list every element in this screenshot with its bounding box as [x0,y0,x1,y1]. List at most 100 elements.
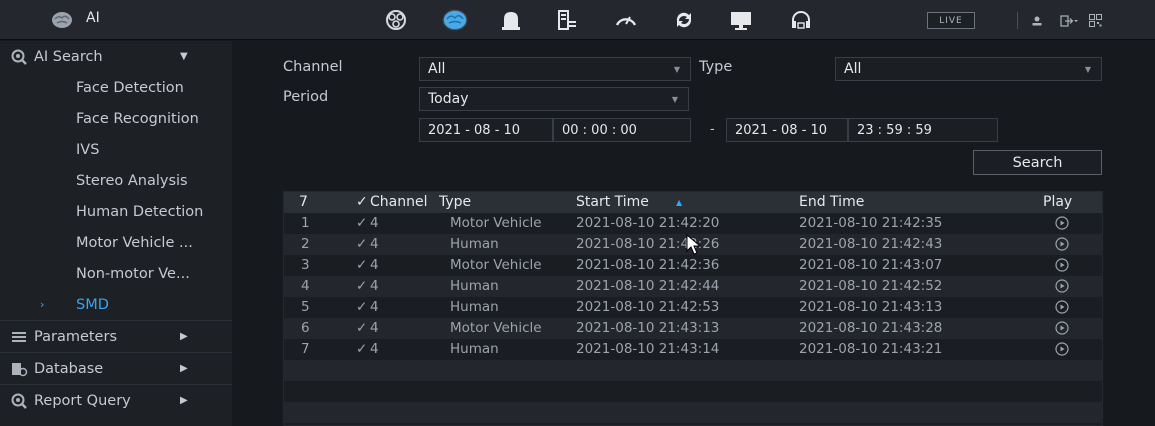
sidebar-item-label: Face Detection [76,79,184,96]
play-icon[interactable] [1055,321,1069,335]
sidebar-item-ivs[interactable]: IVS [0,134,232,165]
start-date-value: 2021 - 08 - 10 [428,122,521,138]
display-icon[interactable] [719,5,763,35]
expand-arrow-icon: ▼ [180,51,188,62]
type-select-value: All [844,61,862,77]
row-checkbox[interactable]: ✓ [356,299,367,315]
user-icon[interactable] [1031,12,1043,29]
sort-ascending-icon[interactable]: ▲ [676,198,682,207]
col-header-type[interactable]: Type [439,194,471,210]
chevron-down-icon: ▼ [1084,65,1091,74]
search-button[interactable]: Search [973,150,1102,175]
row-number: 7 [301,341,310,357]
end-date-input[interactable]: 2021 - 08 - 10 [726,118,848,142]
row-checkbox[interactable]: ✓ [356,278,367,294]
row-start-time: 2021-08-10 21:43:13 [576,320,720,336]
period-select[interactable]: Today ▼ [419,87,689,111]
play-icon[interactable] [1055,258,1069,272]
row-end-time: 2021-08-10 21:43:28 [799,320,943,336]
row-channel: 4 [370,215,379,231]
sidebar-section-report-query[interactable]: Report Query ▶ [0,385,232,416]
table-header: 7 ✓ Channel Type Start Time ▲ End Time P… [284,192,1102,213]
sidebar-item-stereo-analysis[interactable]: Stereo Analysis [0,165,232,196]
report-query-icon [11,393,27,409]
row-end-time: 2021-08-10 21:42:35 [799,215,943,231]
row-checkbox[interactable]: ✓ [356,341,367,357]
sidebar: AI Search ▼ Face Detection Face Recognit… [0,41,232,426]
ai-search-icon [11,49,27,65]
play-icon[interactable] [1055,300,1069,314]
play-icon[interactable] [1055,216,1069,230]
empty-table-row [284,360,1102,381]
result-count: 7 [299,194,308,210]
start-date-input[interactable]: 2021 - 08 - 10 [419,118,553,142]
row-checkbox[interactable]: ✓ [356,215,367,231]
storage-icon[interactable] [545,5,589,35]
start-time-input[interactable]: 00 : 00 : 00 [553,118,691,142]
row-end-time: 2021-08-10 21:42:43 [799,236,943,252]
end-time-input[interactable]: 23 : 59 : 59 [848,118,998,142]
live-view-button[interactable]: LIVE [927,12,975,29]
table-row[interactable]: 6 ✓ 4 Motor Vehicle 2021-08-10 21:43:13 2021-… [284,318,1102,339]
performance-gauge-icon[interactable] [604,5,648,35]
sidebar-item-label: Non-motor Ve... [76,265,190,282]
support-headset-icon[interactable] [779,5,823,35]
start-time-value: 00 : 00 : 00 [562,122,637,138]
sync-icon[interactable] [662,5,706,35]
row-channel: 4 [370,278,379,294]
alarm-bell-icon[interactable] [489,5,533,35]
row-checkbox[interactable]: ✓ [356,236,367,252]
qr-code-icon[interactable] [1089,12,1102,29]
table-row[interactable]: 3 ✓ 4 Motor Vehicle 2021-08-10 21:42:36 2021-… [284,255,1102,276]
mouse-cursor-icon [686,234,702,255]
sidebar-section-label: AI Search [34,48,103,65]
sidebar-item-face-detection[interactable]: Face Detection [0,72,232,103]
col-header-end-time[interactable]: End Time [799,194,864,210]
play-icon[interactable] [1055,342,1069,356]
play-icon[interactable] [1055,279,1069,293]
expand-arrow-icon: ▶ [180,331,188,342]
table-row[interactable]: 4 ✓ 4 Human 2021-08-10 21:42:44 2021-08-10 21… [284,276,1102,297]
row-start-time: 2021-08-10 21:42:20 [576,215,720,231]
type-select[interactable]: All ▼ [835,57,1102,81]
row-checkbox[interactable]: ✓ [356,257,367,273]
row-type: Human [450,236,499,252]
sidebar-item-human-detection[interactable]: Human Detection [0,196,232,227]
col-header-channel[interactable]: Channel [370,194,427,210]
row-type: Motor Vehicle [450,257,542,273]
table-row[interactable]: 7 ✓ 4 Human 2021-08-10 21:43:14 2021-08-10 21… [284,339,1102,360]
sidebar-section-ai-search[interactable]: AI Search ▼ [0,41,232,72]
sidebar-item-face-recognition[interactable]: Face Recognition [0,103,232,134]
active-caret-icon: › [40,298,45,311]
period-label: Period [283,89,329,105]
table-row[interactable]: 1 ✓ 4 Motor Vehicle 2021-08-10 21:42:20 2021-… [284,213,1102,234]
row-channel: 4 [370,236,379,252]
main-panel: Channel All ▼ Type All ▼ Period Today ▼ … [233,41,1155,426]
play-icon[interactable] [1055,237,1069,251]
sidebar-item-non-motor-vehicle[interactable]: Non-motor Ve... [0,258,232,289]
select-all-checkbox[interactable]: ✓ [356,194,368,210]
ai-brain-logo-icon [52,12,72,28]
row-channel: 4 [370,341,379,357]
logout-icon[interactable] [1060,12,1078,29]
row-start-time: 2021-08-10 21:43:14 [576,341,720,357]
table-row[interactable]: 5 ✓ 4 Human 2021-08-10 21:42:53 2021-08-10 21… [284,297,1102,318]
camera-icon[interactable] [374,5,418,35]
sidebar-item-motor-vehicle[interactable]: Motor Vehicle ... [0,227,232,258]
sidebar-item-smd[interactable]: › SMD [0,289,232,320]
channel-select[interactable]: All ▼ [419,57,691,81]
row-end-time: 2021-08-10 21:43:21 [799,341,943,357]
expand-arrow-icon: ▶ [180,363,188,374]
sidebar-section-parameters[interactable]: Parameters ▶ [0,321,232,352]
col-header-start-time[interactable]: Start Time [576,194,649,210]
empty-table-row [284,381,1102,402]
row-type: Human [450,341,499,357]
parameters-icon [12,331,26,342]
sidebar-item-label: Stereo Analysis [76,172,188,189]
sidebar-item-label: Face Recognition [76,110,199,127]
row-checkbox[interactable]: ✓ [356,320,367,336]
period-select-value: Today [428,91,469,107]
ai-brain-icon[interactable] [433,5,477,35]
row-number: 1 [301,215,310,231]
sidebar-section-database[interactable]: Database ▶ [0,353,232,384]
